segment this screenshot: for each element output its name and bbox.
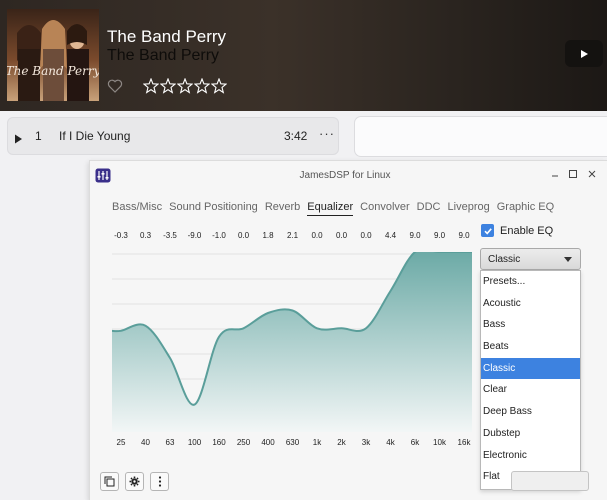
close-icon (588, 170, 596, 178)
preset-option[interactable]: Electronic (481, 445, 580, 467)
eq-band-value: -3.5 (163, 231, 177, 240)
eq-band-point[interactable] (118, 328, 124, 334)
heart-icon[interactable] (107, 79, 123, 98)
chevron-down-icon (564, 257, 572, 262)
star-icon[interactable] (143, 78, 159, 94)
rating-stars[interactable] (143, 78, 227, 94)
tab-convolver[interactable]: Convolver (360, 201, 410, 216)
eq-frequency-labels: 25 40 63 100 160 250 400 630 1k 2k 3k 4k 6k 10k 16k (112, 438, 472, 450)
preset-option[interactable]: Bass (481, 314, 580, 336)
album-header: The Band Perry The Band Perry The Band P… (0, 0, 607, 111)
eq-band-point[interactable] (265, 310, 271, 316)
preset-option[interactable]: Acoustic (481, 293, 580, 315)
eq-band-value: 0.0 (237, 231, 250, 240)
preset-option[interactable]: Beats (481, 336, 580, 358)
enable-eq-label: Enable EQ (500, 224, 554, 237)
star-icon[interactable] (211, 78, 227, 94)
play-icon (581, 49, 588, 58)
bottom-toolbar (100, 472, 169, 491)
copy-button[interactable] (100, 472, 119, 491)
side-panel (354, 116, 607, 157)
track-number: 1 (35, 129, 42, 143)
enable-eq-checkbox[interactable] (481, 224, 494, 237)
eq-frequency-label: 16k (457, 438, 471, 447)
minimize-icon (552, 175, 558, 177)
eq-band-value: 4.4 (384, 231, 397, 240)
preset-selected-value: Classic (488, 254, 521, 265)
tab-graphic-eq[interactable]: Graphic EQ (497, 201, 554, 216)
eq-band-point[interactable] (241, 325, 247, 331)
eq-band-point[interactable] (192, 402, 198, 408)
eq-band-point[interactable] (388, 288, 394, 294)
track-duration: 3:42 (284, 129, 308, 143)
preset-list: Presets... Acoustic Bass Beats Classic Clear D… (480, 270, 581, 490)
eq-band-value: -1.0 (212, 231, 226, 240)
eq-band-point[interactable] (363, 325, 369, 331)
dialog-button[interactable] (511, 471, 589, 491)
eq-band-value: 0.0 (360, 231, 372, 240)
window-title: JamesDSP for Linux (299, 170, 391, 181)
tab-bass-misc[interactable]: Bass/Misc (112, 201, 162, 216)
track-title: If I Die Young (59, 129, 131, 143)
preset-option[interactable]: Deep Bass (481, 401, 580, 423)
preset-option[interactable]: Classic (481, 357, 580, 380)
kebab-menu-icon (158, 476, 161, 487)
gear-icon (129, 476, 140, 487)
eq-band-value: 9.0 (409, 231, 421, 240)
checkmark-icon (483, 227, 492, 235)
eq-band-point[interactable] (290, 308, 296, 314)
maximize-button[interactable] (567, 168, 579, 180)
album-title: The Band Perry (107, 27, 227, 46)
close-button[interactable] (586, 168, 598, 180)
track-row[interactable]: 1 If I Die Young 3:42 ··· (7, 117, 339, 155)
eq-band-point[interactable] (143, 323, 149, 329)
eq-band-value: 0.3 (139, 231, 152, 240)
eq-value-labels: -0.3 0.3 -3.5 -9.0 -1.0 0.0 1.8 2.1 0.0 0.0 0.0 4.4… (112, 231, 472, 243)
settings-button[interactable] (125, 472, 144, 491)
preset-dropdown[interactable]: Classic (480, 248, 581, 270)
star-icon[interactable] (177, 78, 193, 94)
enable-eq-toggle[interactable]: Enable EQ (481, 224, 553, 237)
maximize-icon (569, 170, 577, 178)
preset-option[interactable]: Clear (481, 379, 580, 401)
copy-icon (104, 476, 115, 487)
tab-sound-positioning[interactable]: Sound Positioning (169, 201, 258, 216)
eq-curve-chart[interactable] (112, 252, 472, 432)
eq-band-point[interactable] (314, 325, 320, 331)
eq-band-value: 2.1 (286, 231, 299, 240)
eq-band-value: -9.0 (187, 231, 202, 240)
eq-band-point[interactable] (216, 334, 222, 340)
eq-band-point[interactable] (339, 325, 345, 331)
tab-liveprog[interactable]: Liveprog (448, 201, 490, 216)
preset-option[interactable]: Dubstep (481, 423, 580, 445)
tab-bar: Bass/Misc Sound Positioning Reverb Equalize… (112, 201, 561, 216)
album-art: The Band Perry (7, 9, 99, 101)
svg-text:The Band Perry: The Band Perry (7, 64, 99, 78)
eq-band-value: 9.0 (458, 231, 470, 240)
tab-ddc[interactable]: DDC (417, 201, 441, 216)
eq-band-value: 1.8 (262, 231, 274, 240)
tab-reverb[interactable]: Reverb (265, 201, 300, 216)
more-options-button[interactable] (150, 472, 169, 491)
eq-band-value: -0.3 (114, 231, 128, 240)
eq-band-value: 9.0 (433, 231, 446, 240)
play-button[interactable] (565, 40, 603, 67)
eq-band-value: 0.0 (311, 231, 323, 240)
titlebar[interactable]: JamesDSP for Linux (90, 161, 607, 189)
album-artist[interactable]: The Band Perry (107, 47, 219, 65)
jamesdsp-window: JamesDSP for Linux Bass/Misc Sound Positi… (89, 160, 607, 500)
track-menu-button[interactable]: ··· (319, 126, 335, 141)
star-icon[interactable] (194, 78, 210, 94)
star-icon[interactable] (160, 78, 176, 94)
eq-band-point[interactable] (167, 355, 173, 361)
minimize-button[interactable] (549, 168, 561, 180)
preset-option[interactable]: Presets... (481, 271, 580, 293)
eq-band-value: 0.0 (335, 231, 348, 240)
tab-equalizer[interactable]: Equalizer (307, 201, 354, 216)
track-play-icon[interactable] (14, 131, 23, 149)
